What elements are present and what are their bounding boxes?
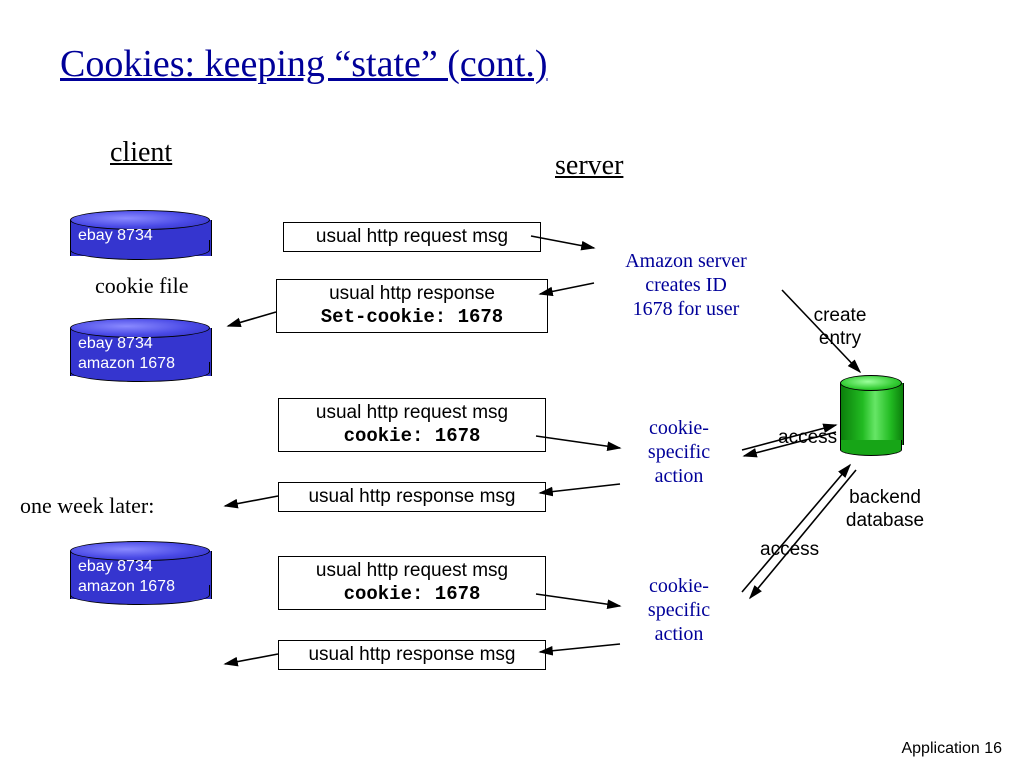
msg-6-response: usual http response msg bbox=[278, 640, 546, 670]
cookie-file-2: ebay 8734 amazon 1678 bbox=[70, 318, 210, 376]
msg-5-line2: cookie: 1678 bbox=[283, 583, 541, 607]
msg-4-text: usual http response msg bbox=[308, 486, 515, 507]
label-access-1: access bbox=[778, 427, 837, 450]
label-access-2: access bbox=[760, 539, 819, 562]
msg-3-request-cookie: usual http request msg cookie: 1678 bbox=[278, 398, 546, 452]
cookie-file-1: ebay 8734 bbox=[70, 210, 210, 258]
msg-2-line1: usual http response bbox=[281, 282, 543, 306]
msg-6-text: usual http response msg bbox=[308, 644, 515, 665]
slide-title: Cookies: keeping “state” (cont.) bbox=[60, 42, 548, 86]
backend-database-icon bbox=[840, 375, 902, 451]
msg-5-line1: usual http request msg bbox=[283, 559, 541, 583]
msg-5-request-cookie: usual http request msg cookie: 1678 bbox=[278, 556, 546, 610]
label-backend-database: backend database bbox=[830, 487, 940, 533]
label-create-entry: create entry bbox=[800, 305, 880, 351]
ann-cookie-specific-action-1: cookie- specific action bbox=[624, 416, 734, 488]
cookie-file-1-text: ebay 8734 bbox=[78, 226, 153, 246]
msg-4-response: usual http response msg bbox=[278, 482, 546, 512]
label-client: client bbox=[110, 137, 172, 169]
msg-1-text: usual http request msg bbox=[316, 226, 508, 247]
msg-3-line2: cookie: 1678 bbox=[283, 425, 541, 449]
cookie-file-3-text: ebay 8734 amazon 1678 bbox=[78, 557, 175, 597]
msg-1-request: usual http request msg bbox=[283, 222, 541, 252]
slide: Cookies: keeping “state” (cont.) client … bbox=[0, 0, 1024, 768]
cookie-file-3: ebay 8734 amazon 1678 bbox=[70, 541, 210, 599]
cookie-file-2-text: ebay 8734 amazon 1678 bbox=[78, 334, 175, 374]
ann-cookie-specific-action-2: cookie- specific action bbox=[624, 574, 734, 646]
label-server: server bbox=[555, 150, 623, 182]
msg-3-line1: usual http request msg bbox=[283, 401, 541, 425]
label-cookie-file: cookie file bbox=[95, 273, 188, 299]
ann-amazon-creates-id: Amazon server creates ID 1678 for user bbox=[596, 249, 776, 321]
footer-page: Application 16 bbox=[901, 740, 1002, 758]
label-one-week-later: one week later: bbox=[20, 493, 154, 519]
msg-2-line2: Set-cookie: 1678 bbox=[281, 306, 543, 330]
msg-2-response-setcookie: usual http response Set-cookie: 1678 bbox=[276, 279, 548, 333]
